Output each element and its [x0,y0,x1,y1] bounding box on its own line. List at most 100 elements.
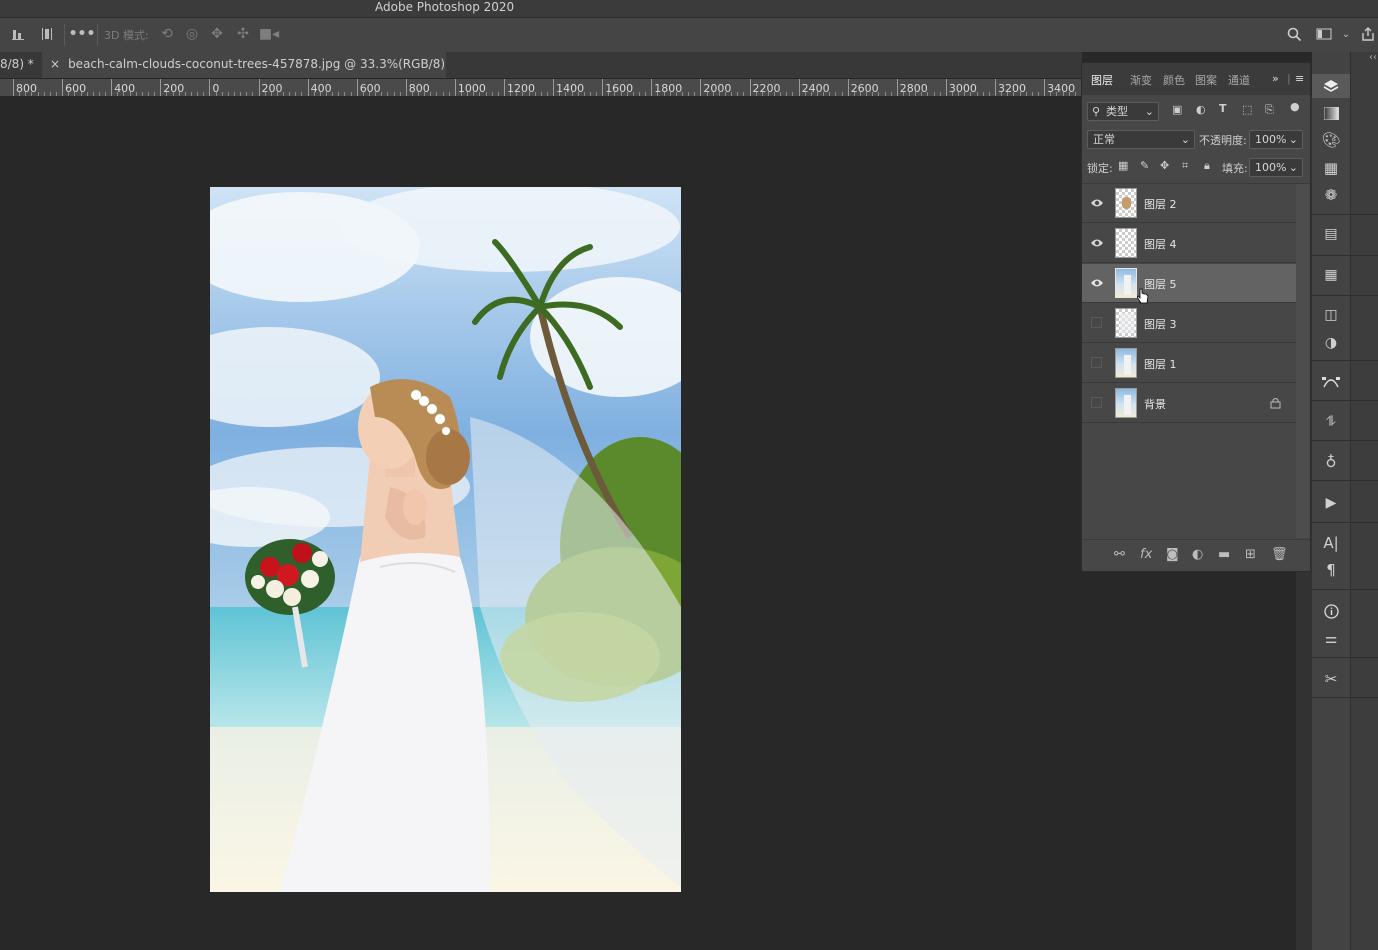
pan-3d-icon[interactable]: ✥ [207,24,227,44]
slide-3d-icon[interactable]: ✣ [233,24,253,44]
layer-name: 图层 2 [1144,198,1177,211]
ruler-tick [504,79,505,96]
opacity-field[interactable]: 100% ⌄ [1249,130,1303,149]
scale-3d-icon[interactable]: ■◂ [259,24,279,44]
link-icon[interactable]: ⚯ [1114,547,1125,562]
lock-position-icon[interactable]: ✥ [1160,159,1169,172]
ruler-label: 2600 [850,82,879,95]
lock-icon[interactable] [1270,397,1281,409]
gradient-icon[interactable] [1321,103,1341,123]
layer-row[interactable]: 图层 1 [1082,344,1296,383]
visibility-toggle[interactable] [1091,397,1102,408]
eye-icon[interactable] [1090,197,1104,209]
tab-patterns[interactable]: 图案 [1195,72,1217,88]
eye-icon[interactable] [1090,237,1104,249]
document-image[interactable] [210,187,681,892]
tools-icon[interactable]: ✂ [1321,669,1341,689]
blend-mode-select[interactable]: 正常 ⌄ [1087,130,1195,149]
layer-filter-select[interactable]: 类型 ⌄ ⚲ [1087,102,1159,121]
adjustments-icon[interactable]: ◑ [1321,333,1341,353]
visibility-toggle[interactable] [1091,317,1102,328]
panel-menu-icon[interactable]: ≡ [1295,72,1304,85]
folder-icon[interactable]: ▬ [1218,547,1230,562]
lock-artboard-icon[interactable]: ⌗ [1182,159,1188,173]
filter-type-icon[interactable]: T [1219,102,1227,115]
tab-document-active[interactable]: × beach-calm-clouds-coconut-trees-457878.… [42,52,446,78]
ruler-tick [945,79,947,96]
filter-adjustment-icon[interactable]: ◐ [1196,103,1206,116]
lock-paint-icon[interactable]: ✎ [1140,159,1149,172]
filter-toggle-icon[interactable]: ● [1290,100,1300,113]
layer-list-scrollbar[interactable] [1296,184,1310,538]
brush-settings-icon[interactable]: ⥮ [1321,412,1341,432]
tab-gradients[interactable]: 渐变 [1130,72,1152,88]
color-icon[interactable]: 🎨︎ [1321,130,1341,150]
channels-icon[interactable]: ❁ [1321,185,1341,205]
swatches-icon[interactable]: ▦ [1321,158,1341,178]
ruler-minor-tick [215,92,217,96]
panel-collapse-icon[interactable]: » [1272,72,1279,85]
layer-row[interactable]: 图层 4 [1082,224,1296,263]
layer-row-selected[interactable]: 图层 5 [1082,264,1296,304]
divider [1312,657,1378,658]
ruler-tick [209,79,211,96]
new-layer-icon[interactable]: ⊞ [1245,547,1256,562]
sliders-icon[interactable]: ⚌ [1321,629,1341,649]
table-icon[interactable]: ▦ [1321,265,1341,285]
layer-row[interactable]: 图层 2 [1082,184,1296,223]
character-icon[interactable]: A| [1321,533,1341,553]
tab-layers[interactable]: 图层 [1091,72,1113,88]
chevron-down-icon[interactable]: ⌄ [1336,24,1356,44]
layer-name: 图层 1 [1144,358,1177,371]
collapse-arrows-icon[interactable]: ‹‹ [1369,52,1377,63]
actions-icon[interactable]: ▶ [1321,493,1341,513]
ruler-minor-tick [933,92,935,96]
horizontal-ruler[interactable]: 800 600 400 200 0 200 400 600 800 1000 1200 1400 160… [0,79,1082,97]
roll-3d-icon[interactable]: ◎ [182,24,202,44]
fill-field[interactable]: 100% ⌄ [1249,158,1303,177]
trash-icon[interactable]: 🗑︎ [1271,547,1288,562]
chevron-down-icon: ⌄ [1288,161,1298,174]
search-icon[interactable] [1284,24,1304,44]
light-icon[interactable]: ♁ [1321,452,1341,472]
ruler-minor-tick [105,92,107,96]
ruler-minor-tick [522,92,524,96]
layer-name: 背景 [1144,398,1166,411]
more-icon[interactable]: ••• [69,24,96,44]
library-icon[interactable]: ◫ [1321,305,1341,325]
filter-shape-icon[interactable]: ⬚ [1242,103,1252,116]
ruler-minor-tick [55,92,57,96]
ruler-minor-tick [37,92,39,96]
adjustment-icon[interactable]: ◐ [1192,547,1203,562]
share-icon[interactable] [1358,24,1378,44]
lock-label: 锁定: [1087,162,1113,175]
workspace-icon[interactable] [1314,24,1334,44]
tab-close-icon[interactable]: × [50,57,60,71]
ruler-minor-tick [767,92,769,96]
mask-icon[interactable]: ◙ [1166,547,1179,562]
info-icon[interactable] [1321,601,1341,621]
layer-row[interactable]: 图层 3 [1082,304,1296,343]
distribute-icon[interactable] [37,24,57,44]
visibility-toggle[interactable] [1091,357,1102,368]
align-bottom-icon[interactable] [8,24,28,44]
eye-icon[interactable] [1090,277,1104,289]
tab-document-1[interactable]: 8/8) * [0,52,42,78]
ruler-tick [995,79,996,96]
ruler-minor-tick [952,92,954,96]
paths-icon[interactable] [1321,372,1341,392]
properties-icon[interactable]: ▤ [1321,224,1341,244]
filter-smart-object-icon[interactable]: ⎘ [1265,103,1274,117]
lock-transparent-icon[interactable]: ▦ [1118,159,1128,172]
orbit-3d-icon[interactable]: ⟲ [157,24,177,44]
tab-channels[interactable]: 通道 [1228,72,1250,88]
ruler-minor-tick [399,92,401,96]
layer-row[interactable]: 背景 [1082,384,1296,423]
layers-icon[interactable] [1321,76,1341,96]
fx-icon[interactable]: fx [1140,547,1152,562]
tab-color[interactable]: 颜色 [1163,72,1185,88]
paragraph-icon[interactable]: ¶ [1321,560,1341,580]
filter-pixel-icon[interactable]: ▣ [1172,103,1182,116]
ruler-minor-tick [74,92,76,96]
lock-all-icon[interactable]: 🔒︎ [1204,159,1210,173]
